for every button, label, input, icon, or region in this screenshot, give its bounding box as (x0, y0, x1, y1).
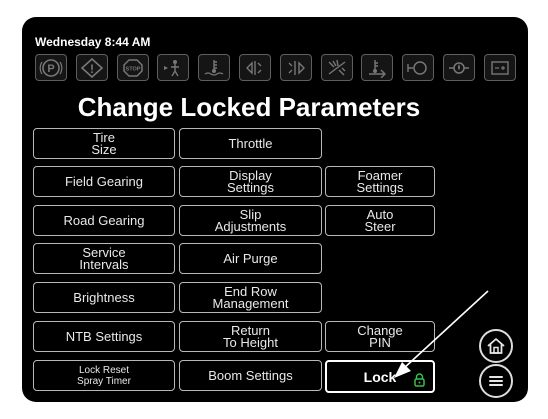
throttle-button[interactable]: Throttle (179, 128, 322, 159)
brightness-button[interactable]: Brightness (33, 282, 175, 313)
lock-button-label: Lock (363, 368, 397, 385)
warning-triangle-icon: ! (76, 54, 108, 81)
menu-icon (489, 376, 503, 386)
datetime: Wednesday 8:44 AM (35, 35, 151, 49)
parking-brake-icon: P (35, 54, 67, 81)
boom-settings-button[interactable]: Boom Settings (179, 360, 322, 391)
road-gearing-button[interactable]: Road Gearing (33, 205, 175, 236)
menu-button[interactable] (479, 364, 513, 398)
display-settings-button[interactable]: Display Settings (179, 166, 322, 197)
svg-text:!: ! (90, 62, 94, 76)
oil-pressure-icon (443, 54, 475, 81)
lock-button[interactable]: Lock (325, 360, 435, 393)
left-turn-signal-icon (239, 54, 271, 81)
return-to-height-button[interactable]: Return To Height (179, 321, 322, 352)
change-pin-button[interactable]: Change PIN (325, 321, 435, 352)
hydraulic-oil-temperature-icon (361, 54, 393, 81)
tire-size-button[interactable]: Tire Size (33, 128, 175, 159)
page-title: Change Locked Parameters (77, 92, 421, 122)
battery-icon (484, 54, 516, 81)
foamer-settings-button[interactable]: Foamer Settings (325, 166, 435, 197)
lock-icon (414, 373, 425, 387)
home-button[interactable] (479, 329, 513, 363)
stop-icon: STOP (117, 54, 149, 81)
svg-text:P: P (47, 63, 54, 75)
air-purge-button[interactable]: Air Purge (179, 243, 322, 274)
lock-reset-spray-timer-button[interactable]: Lock Reset Spray Timer (33, 360, 175, 391)
slip-adjustments-button[interactable]: Slip Adjustments (179, 205, 322, 236)
spray-disabled-icon (321, 54, 353, 81)
svg-text:STOP: STOP (126, 66, 141, 72)
auto-steer-button[interactable]: Auto Steer (325, 205, 435, 236)
right-turn-signal-icon (280, 54, 312, 81)
coolant-temperature-icon (198, 54, 230, 81)
home-icon (487, 338, 505, 354)
service-intervals-button[interactable]: Service Intervals (33, 243, 175, 274)
field-gearing-button[interactable]: Field Gearing (33, 166, 175, 197)
operator-presence-icon (157, 54, 189, 81)
terminal-screen: Wednesday 8:44 AM P ! STOP Change Locked… (29, 27, 521, 398)
indicator-bar: P ! STOP (35, 54, 516, 84)
ntb-settings-button[interactable]: NTB Settings (33, 321, 175, 352)
engine-air-filter-icon (402, 54, 434, 81)
end-row-management-button[interactable]: End Row Management (179, 282, 322, 313)
